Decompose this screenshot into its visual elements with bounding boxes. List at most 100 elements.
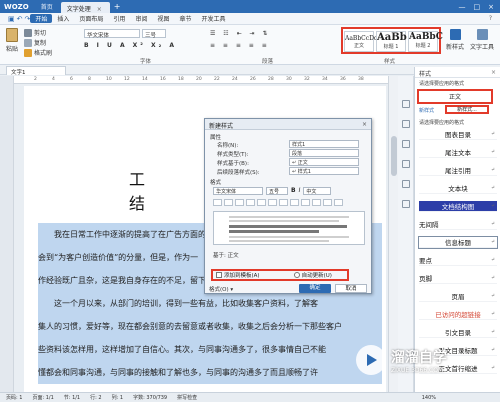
text-tools-button[interactable]: 文字工具	[470, 29, 494, 51]
pen-icon[interactable]	[402, 160, 410, 168]
dialog-font-select[interactable]: 华文宋体	[213, 187, 263, 195]
menu-item-section[interactable]: 章节	[174, 14, 196, 23]
document-tab[interactable]: 文字处理 ×	[60, 2, 110, 13]
style-list-item[interactable]: 图表目录 ↵	[419, 129, 497, 140]
line-spacing-single-button[interactable]	[268, 199, 277, 206]
new-style-button[interactable]: 新样式	[446, 29, 464, 51]
menu-item-developer[interactable]: 开发工具	[196, 14, 230, 23]
dialog-lang-select[interactable]: 中文	[303, 187, 332, 195]
styles-gallery[interactable]: AaBbCcDd 正文 AaBb 标题 1 AaBbC 标题 2	[341, 27, 443, 54]
new-style-link[interactable]: 新样式	[419, 107, 434, 114]
scrollbar-thumb[interactable]	[391, 136, 397, 176]
style-list-item[interactable]: 要点 ↵	[419, 255, 497, 266]
ruler-tick: 16	[160, 77, 166, 82]
new-tab-button[interactable]: +	[114, 2, 121, 11]
justify-button[interactable]	[246, 199, 255, 206]
style-item-name: 尾注引用	[445, 167, 471, 175]
ok-button[interactable]: 确定	[299, 284, 331, 293]
space-before-button[interactable]	[301, 199, 310, 206]
style-list-item[interactable]: 引文目录 ↵	[419, 327, 497, 338]
ruler-tick: 18	[178, 77, 184, 82]
prop-label-name: 名称(N):	[217, 143, 239, 149]
align-center-button[interactable]	[224, 199, 233, 206]
style-list-item[interactable]: 尾注引用 ↵	[419, 165, 497, 176]
style-item-name: 信息标题	[445, 239, 471, 247]
close-icon[interactable]: ×	[97, 6, 102, 13]
font-format-buttons[interactable]: B I U A X² X₂ A	[84, 42, 177, 49]
style-card-heading1[interactable]: AaBb 标题 1	[376, 31, 407, 52]
next-style-select[interactable]: ↵ 样式1	[289, 167, 359, 175]
distribute-button[interactable]	[257, 199, 266, 206]
status-spellcheck[interactable]: 拼写检查	[177, 394, 197, 401]
cut-button[interactable]: 剪切	[24, 28, 46, 37]
cut-label: 剪切	[34, 30, 47, 37]
menu-item-references[interactable]: 引用	[108, 14, 130, 23]
new-style-pane-button[interactable]: 新样式...	[445, 105, 489, 114]
paragraph-align-buttons[interactable]: ≡ ≡ ≡ ≡ ≡	[210, 42, 270, 49]
auto-update-checkbox[interactable]: 自动更新(U)	[293, 271, 332, 279]
style-based-on-select[interactable]: ↵ 正文	[289, 158, 359, 166]
preview-line	[229, 236, 349, 238]
dialog-close-icon[interactable]: ×	[362, 121, 367, 128]
indent-decrease-button[interactable]	[323, 199, 332, 206]
maximize-icon[interactable]: □	[474, 3, 481, 11]
menu-item-review[interactable]: 审阅	[130, 14, 152, 23]
shape-icon[interactable]	[402, 140, 410, 148]
undo-icon[interactable]: ↶	[17, 15, 23, 23]
zoom-level[interactable]: 140%	[422, 395, 500, 401]
format-dropdown-button[interactable]: 格式(O) ▾	[209, 285, 233, 293]
menu-item-view[interactable]: 视图	[152, 14, 174, 23]
style-list-item[interactable]: 已访问的超链接 ↵	[419, 309, 497, 320]
style-name-input[interactable]: 样式1	[289, 140, 359, 148]
home-tab[interactable]: 首页	[33, 2, 61, 11]
preview-line	[229, 240, 329, 242]
indent-increase-button[interactable]	[334, 199, 343, 206]
style-list-item[interactable]: 信息标题 ↵	[418, 236, 498, 249]
select-icon[interactable]	[402, 120, 410, 128]
copy-button[interactable]: 复制	[24, 38, 46, 47]
paste-button[interactable]: 粘贴	[6, 28, 18, 53]
ruler-tick: 12	[124, 77, 130, 82]
style-list-item[interactable]: 页脚 ↵	[419, 273, 497, 284]
cancel-button[interactable]: 取消	[335, 284, 367, 293]
space-after-button[interactable]	[312, 199, 321, 206]
add-to-template-checkbox[interactable]: 添加到模板(A)	[216, 271, 260, 279]
help-icon[interactable]	[402, 200, 410, 208]
style-list-item[interactable]: 文档结构图 ↵	[419, 201, 497, 212]
save-icon[interactable]: ▣	[8, 15, 15, 23]
menu-item-insert[interactable]: 插入	[52, 14, 74, 23]
status-bar: 页码: 1 页面: 1/1 节: 1/1 行: 2 列: 1 字数: 370/7…	[0, 392, 500, 402]
minimize-icon[interactable]: —	[459, 3, 466, 11]
style-list-item[interactable]: 页眉 ↵	[419, 291, 497, 302]
bold-button[interactable]: B	[291, 187, 296, 195]
font-name-select[interactable]: 华文宋体	[84, 29, 140, 39]
align-left-button[interactable]	[213, 199, 222, 206]
style-card-normal[interactable]: AaBbCcDd 正文	[344, 31, 378, 52]
style-list-item[interactable]: 无间隔 ↵	[419, 219, 497, 230]
new-style-dialog: 新建样式 × 属性 名称(N): 样式1 样式类型(T): 段落 样式基于(B)…	[204, 118, 372, 294]
paragraph-mark-icon: ↵	[490, 311, 495, 317]
menu-item-page-layout[interactable]: 页面布局	[74, 14, 108, 23]
font-size-select[interactable]: 三号	[142, 29, 166, 39]
line-spacing-double-button[interactable]	[290, 199, 299, 206]
properties-icon[interactable]	[402, 180, 410, 188]
status-words[interactable]: 字数: 370/739	[133, 394, 167, 401]
current-style[interactable]: 正文	[417, 89, 493, 104]
list-buttons[interactable]: ☰ ☷ ⇤ ⇥ ⇅	[210, 30, 270, 37]
close-icon[interactable]: ×	[491, 69, 496, 76]
align-right-button[interactable]	[235, 199, 244, 206]
line-spacing-half-button[interactable]	[279, 199, 288, 206]
format-painter-button[interactable]: 格式刷	[24, 48, 52, 57]
dialog-size-select[interactable]: 五号	[266, 187, 288, 195]
styles-pane-icon[interactable]	[402, 100, 410, 108]
style-list-item[interactable]: 文本块 ↵	[419, 183, 497, 194]
style-list-item[interactable]: 尾注文本 ↵	[419, 147, 497, 158]
close-window-icon[interactable]: ×	[488, 3, 494, 11]
window-controls: — □ ×	[459, 3, 500, 11]
style-card-heading2[interactable]: AaBbC 标题 2	[408, 31, 443, 52]
help-icon[interactable]: ?	[489, 15, 500, 22]
style-type-select[interactable]: 段落	[289, 149, 359, 157]
italic-button[interactable]: I	[299, 187, 301, 195]
menu-item-start[interactable]: 开始	[30, 14, 53, 23]
document-tab-item[interactable]: 文字1	[6, 66, 66, 76]
